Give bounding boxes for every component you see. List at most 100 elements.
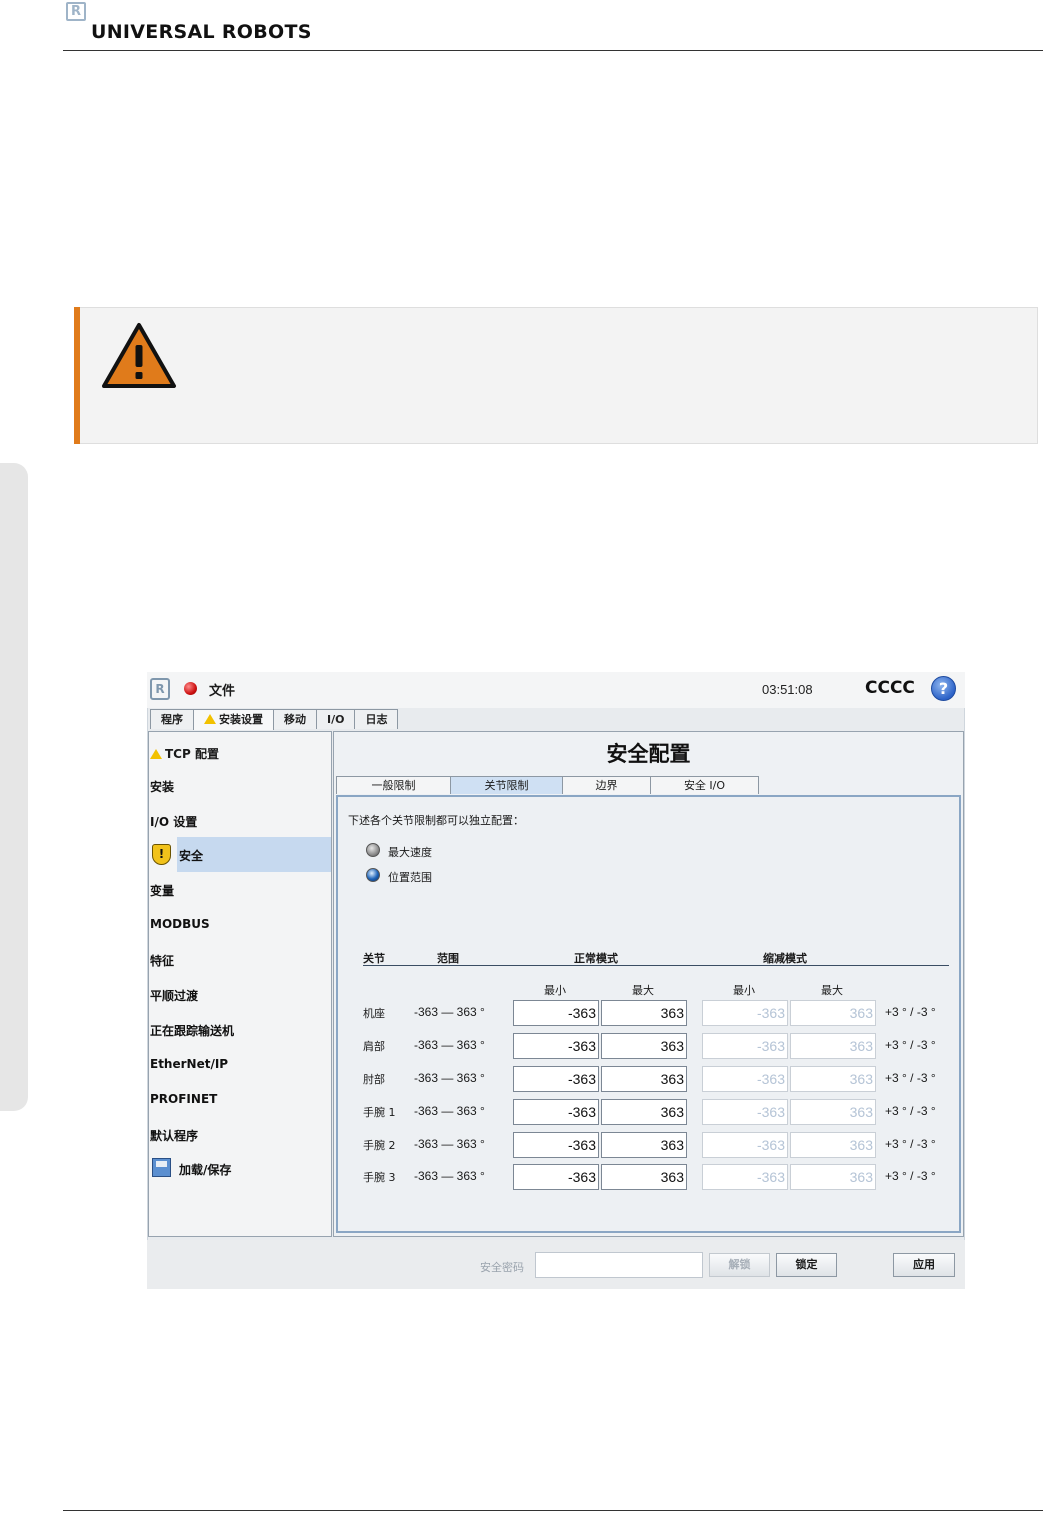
sidebar-item-variables[interactable]: 变量 <box>150 882 174 899</box>
ur-logo-icon: R <box>150 678 170 700</box>
normal-max-field[interactable]: 363 <box>601 1099 687 1125</box>
tab-safety-io[interactable]: 安全 I/O <box>650 776 759 794</box>
safety-subtabs: 一般限制 关节限制 边界 安全 I/O <box>336 776 759 794</box>
tab-joint-limits[interactable]: 关节限制 <box>450 776 563 794</box>
reduced-max-field: 363 <box>790 1132 876 1158</box>
radio-position-range-label: 位置范围 <box>388 871 432 884</box>
reduced-max-field: 363 <box>790 1033 876 1059</box>
normal-max-field[interactable]: 363 <box>601 1000 687 1026</box>
sidebar-item-tcp[interactable]: TCP 配置 <box>150 743 219 762</box>
tab-log[interactable]: 日志 <box>354 709 399 729</box>
sidebar-item-io-setup[interactable]: I/O 设置 <box>150 813 197 830</box>
normal-min-field[interactable]: -363 <box>513 1066 599 1092</box>
safety-password-input[interactable] <box>535 1252 703 1278</box>
col-header-normal: 正常模式 <box>574 952 618 965</box>
tolerance: +3 ° / -3 ° <box>885 1137 936 1151</box>
normal-min-field[interactable]: -363 <box>513 1000 599 1026</box>
normal-min-field[interactable]: -363 <box>513 1164 599 1190</box>
tab-installation-label: 安装设置 <box>219 713 263 726</box>
tolerance: +3 ° / -3 ° <box>885 1169 936 1183</box>
reduced-max-field: 363 <box>790 1099 876 1125</box>
safety-shield-icon: ! <box>152 844 171 865</box>
normal-max-field[interactable]: 363 <box>601 1164 687 1190</box>
page-title: 安全配置 <box>606 742 691 766</box>
warning-box <box>74 307 1038 444</box>
col-header-range: 范围 <box>437 952 459 965</box>
normal-max-field[interactable]: 363 <box>601 1132 687 1158</box>
lock-button[interactable]: 锁定 <box>776 1253 837 1277</box>
joint-name: 手腕 2 <box>363 1139 396 1152</box>
sidebar-item-mounting[interactable]: 安装 <box>150 778 174 795</box>
help-icon[interactable]: ? <box>931 676 956 701</box>
col-header-reduced: 缩减模式 <box>763 952 807 965</box>
reduced-min-field: -363 <box>702 1099 788 1125</box>
joint-name: 肩部 <box>363 1040 385 1053</box>
header-rule <box>63 50 1043 51</box>
joint-name: 手腕 3 <box>363 1171 396 1184</box>
tab-installation[interactable]: 安装设置 <box>193 709 274 730</box>
tolerance: +3 ° / -3 ° <box>885 1005 936 1019</box>
reduced-min-field: -363 <box>702 1132 788 1158</box>
floppy-disk-icon <box>152 1158 171 1177</box>
joint-range: -363 — 363 ° <box>414 1104 485 1118</box>
reduced-max-field: 363 <box>790 1066 876 1092</box>
footer-rule <box>63 1510 1043 1511</box>
normal-min-field[interactable]: -363 <box>513 1099 599 1125</box>
reduced-max-field: 363 <box>790 1000 876 1026</box>
brand-name: UNIVERSAL ROBOTS <box>91 21 312 43</box>
sidebar-item-smooth-transition[interactable]: 平顺过渡 <box>150 987 198 1004</box>
sidebar-item-safety[interactable]: 安全 <box>179 847 203 864</box>
warning-small-icon <box>150 749 162 759</box>
subheader-normal-max: 最大 <box>632 984 654 997</box>
joint-name: 肘部 <box>363 1073 385 1086</box>
radio-max-speed-label: 最大速度 <box>388 846 432 859</box>
tab-boundaries[interactable]: 边界 <box>562 776 651 794</box>
tab-general-limits[interactable]: 一般限制 <box>336 776 451 794</box>
normal-min-field[interactable]: -363 <box>513 1132 599 1158</box>
joint-range: -363 — 363 ° <box>414 1038 485 1052</box>
status-light-icon <box>184 682 197 695</box>
joint-name: 机座 <box>363 1007 385 1020</box>
apply-button[interactable]: 应用 <box>893 1253 955 1277</box>
unlock-button[interactable]: 解锁 <box>709 1253 770 1277</box>
sidebar-item-load-save[interactable]: 加载/保存 <box>179 1161 231 1178</box>
warning-accent-bar <box>74 307 80 444</box>
joint-range: -363 — 363 ° <box>414 1169 485 1183</box>
ur-brand-logo: R <box>66 2 86 21</box>
header-divider <box>363 965 949 966</box>
sidebar-item-ethernet-ip[interactable]: EtherNet/IP <box>150 1057 228 1071</box>
tolerance: +3 ° / -3 ° <box>885 1038 936 1052</box>
file-menu[interactable]: 文件 <box>209 680 235 699</box>
title-bar <box>147 672 965 708</box>
sidebar-item-features[interactable]: 特征 <box>150 952 174 969</box>
sidebar-item-profinet[interactable]: PROFINET <box>150 1092 217 1106</box>
joint-range: -363 — 363 ° <box>414 1005 485 1019</box>
tab-program[interactable]: 程序 <box>150 709 194 729</box>
description-text: 下述各个关节限制都可以独立配置： <box>348 814 524 827</box>
normal-min-field[interactable]: -363 <box>513 1033 599 1059</box>
normal-max-field[interactable]: 363 <box>601 1066 687 1092</box>
subheader-reduced-min: 最小 <box>733 984 755 997</box>
radio-max-speed[interactable] <box>366 843 380 857</box>
tab-move[interactable]: 移动 <box>273 709 317 729</box>
clock: 03:51:08 <box>762 682 813 697</box>
sidebar-item-modbus[interactable]: MODBUS <box>150 917 210 931</box>
joint-range: -363 — 363 ° <box>414 1137 485 1151</box>
reduced-min-field: -363 <box>702 1164 788 1190</box>
warning-small-icon <box>204 714 216 724</box>
radio-position-range[interactable] <box>366 868 380 882</box>
joint-name: 手腕 1 <box>363 1106 396 1119</box>
sidebar-item-conveyor[interactable]: 正在跟踪输送机 <box>150 1022 234 1039</box>
sidebar-item-default-program[interactable]: 默认程序 <box>150 1127 198 1144</box>
tab-io[interactable]: I/O <box>316 709 356 729</box>
tolerance: +3 ° / -3 ° <box>885 1071 936 1085</box>
reduced-min-field: -363 <box>702 1066 788 1092</box>
normal-max-field[interactable]: 363 <box>601 1033 687 1059</box>
subheader-normal-min: 最小 <box>544 984 566 997</box>
reduced-max-field: 363 <box>790 1164 876 1190</box>
tolerance: +3 ° / -3 ° <box>885 1104 936 1118</box>
sidebar <box>148 731 332 1237</box>
warning-icon <box>102 323 176 388</box>
joint-range: -363 — 363 ° <box>414 1071 485 1085</box>
robot-name: CCCC <box>865 678 915 698</box>
